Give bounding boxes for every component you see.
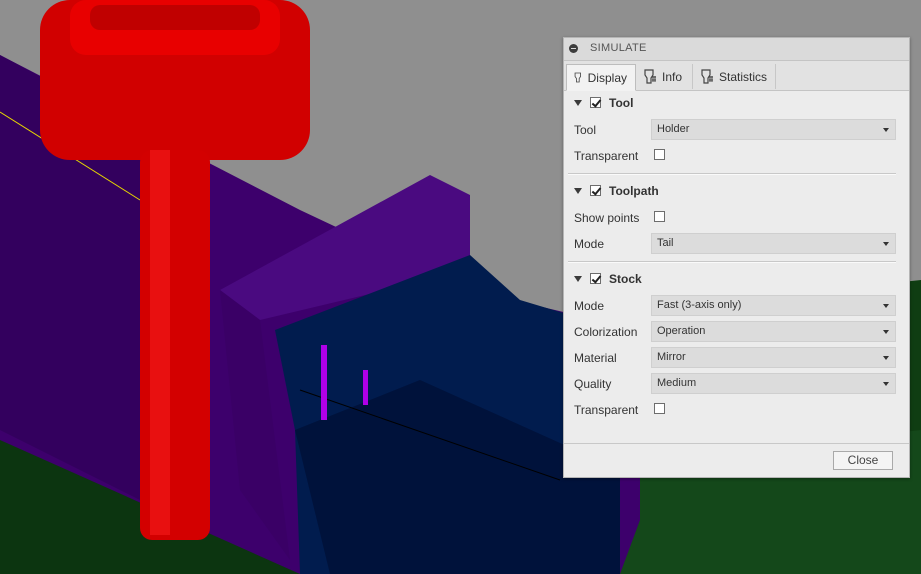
- chevron-down-icon: [883, 128, 889, 132]
- toolpath-enabled-checkbox[interactable]: [590, 185, 601, 196]
- tool-holder-ring: [90, 5, 260, 30]
- section-tool-header[interactable]: Tool: [564, 94, 909, 114]
- expand-arrow-icon[interactable]: [574, 100, 582, 106]
- tab-label: Display: [587, 70, 627, 85]
- toolpath-mode-select[interactable]: Tail: [651, 233, 896, 254]
- info-tool-icon: [644, 69, 656, 84]
- section-toolpath-label: Toolpath: [609, 184, 659, 198]
- toolpath-mode-label: Mode: [574, 237, 605, 251]
- close-button[interactable]: Close: [833, 451, 893, 470]
- show-points-checkbox[interactable]: [654, 211, 665, 222]
- panel-tabs: Display Info Statistics: [564, 61, 909, 91]
- tab-statistics[interactable]: Statistics: [694, 64, 776, 89]
- material-value: Mirror: [657, 351, 686, 363]
- chevron-down-icon: [883, 304, 889, 308]
- quality-label: Quality: [574, 377, 612, 391]
- material-select[interactable]: Mirror: [651, 347, 896, 368]
- footer-divider: [564, 443, 909, 444]
- stock-transparent-checkbox[interactable]: [654, 403, 665, 414]
- chevron-down-icon: [883, 330, 889, 334]
- tool-shank-highlight: [150, 150, 170, 535]
- colorization-value: Operation: [657, 325, 706, 337]
- tab-label: Info: [662, 69, 683, 84]
- stock-highlight: [363, 370, 368, 405]
- quality-select[interactable]: Medium: [651, 373, 896, 394]
- display-tool-icon: [574, 72, 581, 83]
- chevron-down-icon: [883, 356, 889, 360]
- stock-mode-label: Mode: [574, 299, 605, 313]
- stock-enabled-checkbox[interactable]: [590, 273, 601, 284]
- tool-label: Tool: [574, 123, 597, 137]
- quality-value: Medium: [657, 377, 697, 389]
- stock-highlight: [321, 345, 327, 420]
- tab-label: Statistics: [718, 69, 767, 84]
- colorization-select[interactable]: Operation: [651, 321, 896, 342]
- section-tool-label: Tool: [609, 96, 634, 110]
- tool-select[interactable]: Holder: [651, 119, 896, 140]
- section-stock-label: Stock: [609, 272, 642, 286]
- panel-titlebar[interactable]: SIMULATE: [564, 38, 909, 61]
- material-label: Material: [574, 351, 617, 365]
- simulate-panel: SIMULATE Display Info Statistics Tool To…: [563, 37, 910, 478]
- chevron-down-icon: [883, 242, 889, 246]
- tab-display[interactable]: Display: [566, 64, 636, 91]
- stock-mode-select[interactable]: Fast (3-axis only): [651, 295, 896, 316]
- colorization-label: Colorization: [574, 325, 638, 339]
- collapse-icon[interactable]: [569, 44, 578, 53]
- divider: [568, 173, 896, 175]
- stock-mode-value: Fast (3-axis only): [657, 299, 742, 311]
- divider: [568, 261, 896, 263]
- expand-arrow-icon[interactable]: [574, 276, 582, 282]
- panel-title: SIMULATE: [590, 42, 647, 54]
- show-points-label: Show points: [574, 211, 640, 225]
- tab-info[interactable]: Info: [637, 64, 693, 89]
- chevron-down-icon: [883, 382, 889, 386]
- section-stock-header[interactable]: Stock: [564, 270, 909, 290]
- tool-transparent-label: Transparent: [574, 149, 639, 163]
- tool-enabled-checkbox[interactable]: [590, 97, 601, 108]
- statistics-tool-icon: [701, 69, 713, 84]
- section-toolpath-header[interactable]: Toolpath: [564, 182, 909, 202]
- expand-arrow-icon[interactable]: [574, 188, 582, 194]
- toolpath-mode-value: Tail: [657, 237, 674, 249]
- tool-transparent-checkbox[interactable]: [654, 149, 665, 160]
- stock-transparent-label: Transparent: [574, 403, 639, 417]
- tool-select-value: Holder: [657, 123, 690, 135]
